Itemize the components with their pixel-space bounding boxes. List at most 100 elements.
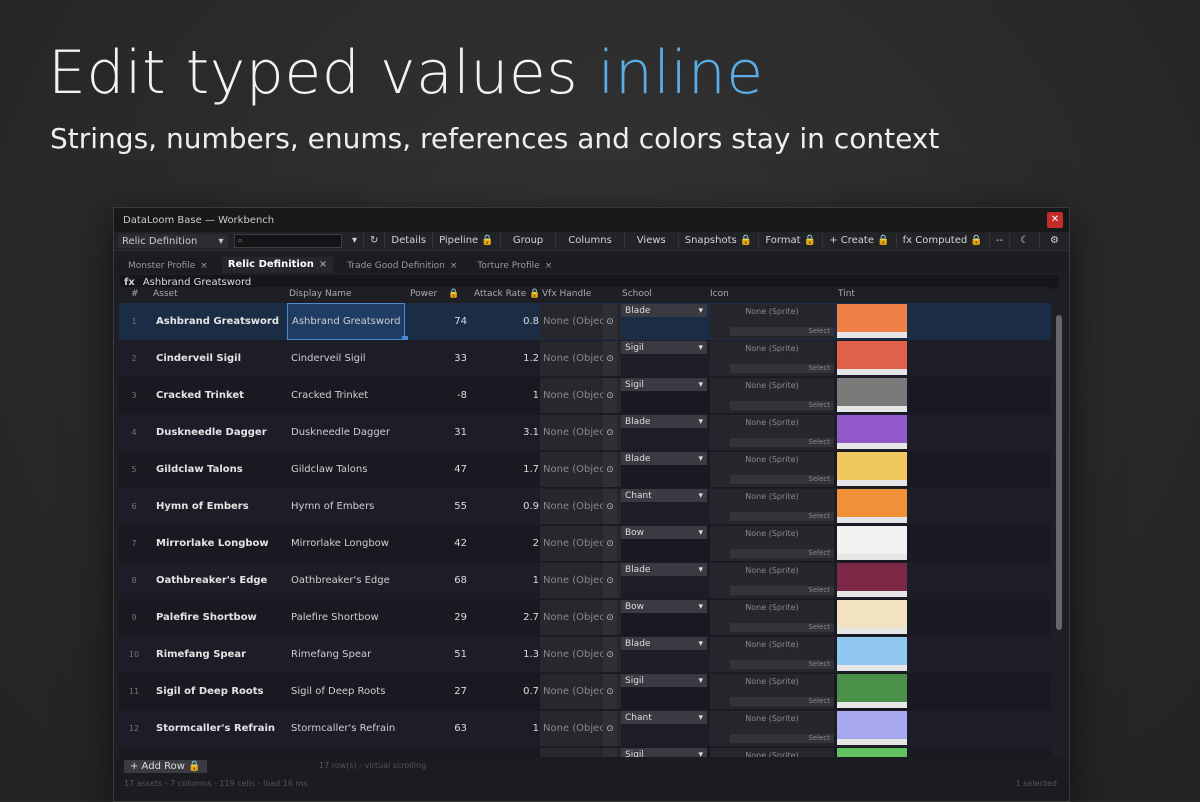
tint-cell[interactable] — [837, 415, 907, 450]
school-dropdown[interactable]: Bow ▾ — [621, 526, 707, 539]
sprite-select-button[interactable]: Select — [730, 734, 834, 743]
create-button[interactable]: + Create 🔒 — [822, 233, 895, 249]
asset-cell[interactable]: Rimefang Spear — [156, 636, 284, 673]
school-dropdown[interactable]: Sigil ▾ — [621, 341, 707, 354]
search-input[interactable]: ⌕ — [233, 234, 342, 248]
object-picker-icon[interactable]: ⊙ — [603, 711, 617, 746]
asset-cell[interactable]: Palefire Shortbow — [156, 599, 284, 636]
views-button[interactable]: Views — [623, 233, 678, 249]
display-name-cell[interactable]: Sigil of Deep Roots — [287, 673, 409, 710]
school-dropdown[interactable]: Sigil ▾ — [621, 674, 707, 687]
table-row[interactable]: 7 Mirrorlake Longbow Mirrorlake Longbow 42 2… — [119, 525, 1051, 562]
tab-torture-profile[interactable]: Torture Profile × — [471, 259, 558, 273]
column-header-power[interactable]: Power 🔒 — [410, 289, 459, 299]
school-dropdown[interactable]: Sigil ▾ — [621, 378, 707, 391]
object-picker-icon[interactable]: ⊙ — [603, 674, 617, 709]
asset-cell[interactable]: Oathbreaker's Edge — [156, 562, 284, 599]
attack-rate-cell[interactable]: 1 — [471, 710, 539, 747]
asset-cell[interactable]: Hymn of Embers — [156, 488, 284, 525]
close-icon[interactable]: × — [319, 259, 327, 270]
power-cell[interactable]: 47 — [409, 451, 467, 488]
display-name-cell[interactable]: Oathbreaker's Edge — [287, 562, 409, 599]
sprite-select-button[interactable]: Select — [730, 660, 834, 669]
power-cell[interactable]: 51 — [409, 636, 467, 673]
tint-cell[interactable] — [837, 452, 907, 487]
icon-sprite-field[interactable]: None (Sprite) Select — [710, 452, 834, 487]
tint-cell[interactable] — [837, 600, 907, 635]
table-row[interactable]: 5 Gildclaw Talons Gildclaw Talons 47 1.7 None… — [119, 451, 1051, 488]
power-cell[interactable]: 74 — [409, 303, 467, 340]
tint-swatch[interactable] — [837, 674, 907, 702]
attack-rate-cell[interactable]: 0.8 — [471, 303, 539, 340]
school-dropdown[interactable]: Bow ▾ — [621, 600, 707, 613]
tint-cell[interactable] — [837, 674, 907, 709]
school-dropdown[interactable]: Blade ▾ — [621, 452, 707, 465]
attack-rate-cell[interactable]: 0.7 — [471, 673, 539, 710]
format-button[interactable]: Format 🔒 — [758, 233, 822, 249]
tint-cell[interactable] — [837, 748, 907, 757]
power-cell[interactable]: 55 — [409, 488, 467, 525]
object-picker-icon[interactable]: ⊙ — [603, 415, 617, 450]
settings-gear-icon[interactable]: ⚙ — [1039, 233, 1069, 249]
column-header-index[interactable]: # — [131, 289, 139, 299]
object-picker-icon[interactable]: ⊙ — [603, 563, 617, 598]
attack-rate-cell[interactable]: 1 — [471, 562, 539, 599]
power-cell[interactable]: -8 — [409, 377, 467, 414]
column-header-tint[interactable]: Tint — [838, 289, 855, 299]
search-mode-button[interactable]: ▾ — [346, 233, 363, 249]
icon-sprite-field[interactable]: None (Sprite) Select — [710, 674, 834, 709]
tint-swatch[interactable] — [837, 748, 907, 757]
table-row[interactable]: 3 Cracked Trinket Cracked Trinket -8 1 None (… — [119, 377, 1051, 414]
column-header-display-name[interactable]: Display Name — [289, 289, 352, 299]
object-picker-icon[interactable]: ⊙ — [603, 304, 617, 339]
details-button[interactable]: Details — [384, 233, 432, 249]
display-name-cell[interactable]: Cinderveil Sigil — [287, 340, 409, 377]
school-dropdown[interactable]: Blade ▾ — [621, 304, 707, 317]
object-picker-icon[interactable]: ⊙ — [603, 526, 617, 561]
attack-rate-cell[interactable] — [471, 747, 539, 757]
tint-swatch[interactable] — [837, 711, 907, 739]
icon-sprite-field[interactable]: None (Sprite) Select — [710, 489, 834, 524]
asset-cell[interactable]: Ashbrand Greatsword — [156, 303, 284, 340]
tint-swatch[interactable] — [837, 304, 907, 332]
table-row[interactable]: 10 Rimefang Spear Rimefang Spear 51 1.3 None … — [119, 636, 1051, 673]
table-row[interactable]: 1 Ashbrand Greatsword Ashbrand Greatsword 7… — [119, 303, 1051, 342]
columns-button[interactable]: Columns — [555, 233, 624, 249]
attack-rate-cell[interactable]: 1 — [471, 377, 539, 414]
school-dropdown[interactable]: Blade ▾ — [621, 637, 707, 650]
school-dropdown[interactable]: Blade ▾ — [621, 415, 707, 428]
column-header-icon[interactable]: Icon — [710, 289, 729, 299]
school-dropdown[interactable]: Chant ▾ — [621, 489, 707, 502]
power-cell[interactable]: 27 — [409, 673, 467, 710]
attack-rate-cell[interactable]: 1.7 — [471, 451, 539, 488]
display-name-cell[interactable]: Duskneedle Dagger — [287, 414, 409, 451]
asset-cell[interactable]: Cracked Trinket — [156, 377, 284, 414]
object-picker-icon[interactable]: ⊙ — [603, 748, 617, 757]
icon-sprite-field[interactable]: None (Sprite) Select — [710, 378, 834, 413]
display-name-cell[interactable]: Ashbrand Greatsword — [287, 303, 405, 340]
sprite-select-button[interactable]: Select — [730, 327, 834, 336]
tint-swatch[interactable] — [837, 415, 907, 443]
icon-sprite-field[interactable]: None (Sprite) Select — [710, 304, 834, 339]
table-row[interactable]: 12 Stormcaller's Refrain Stormcaller's Ref… — [119, 710, 1051, 747]
asset-cell[interactable]: Duskneedle Dagger — [156, 414, 284, 451]
power-cell[interactable] — [409, 747, 467, 757]
display-name-cell[interactable]: Gildclaw Talons — [287, 451, 409, 488]
sprite-select-button[interactable]: Select — [730, 438, 834, 447]
group-button[interactable]: Group — [499, 233, 555, 249]
attack-rate-cell[interactable]: 1.3 — [471, 636, 539, 673]
icon-sprite-field[interactable]: None (Sprite) Select — [710, 600, 834, 635]
sprite-select-button[interactable]: Select — [730, 549, 834, 558]
attack-rate-cell[interactable]: 2.7 — [471, 599, 539, 636]
object-picker-icon[interactable]: ⊙ — [603, 600, 617, 635]
school-dropdown[interactable]: Blade ▾ — [621, 563, 707, 576]
tab-trade-good-definition[interactable]: Trade Good Definition × — [341, 259, 463, 273]
attack-rate-cell[interactable]: 0.9 — [471, 488, 539, 525]
theme-toggle-icon[interactable]: ☾ — [1009, 233, 1039, 249]
sprite-select-button[interactable]: Select — [730, 697, 834, 706]
close-icon[interactable]: × — [545, 261, 553, 271]
tint-cell[interactable] — [837, 489, 907, 524]
sprite-select-button[interactable]: Select — [730, 475, 834, 484]
close-icon[interactable]: × — [450, 261, 458, 271]
sprite-select-button[interactable]: Select — [730, 512, 834, 521]
